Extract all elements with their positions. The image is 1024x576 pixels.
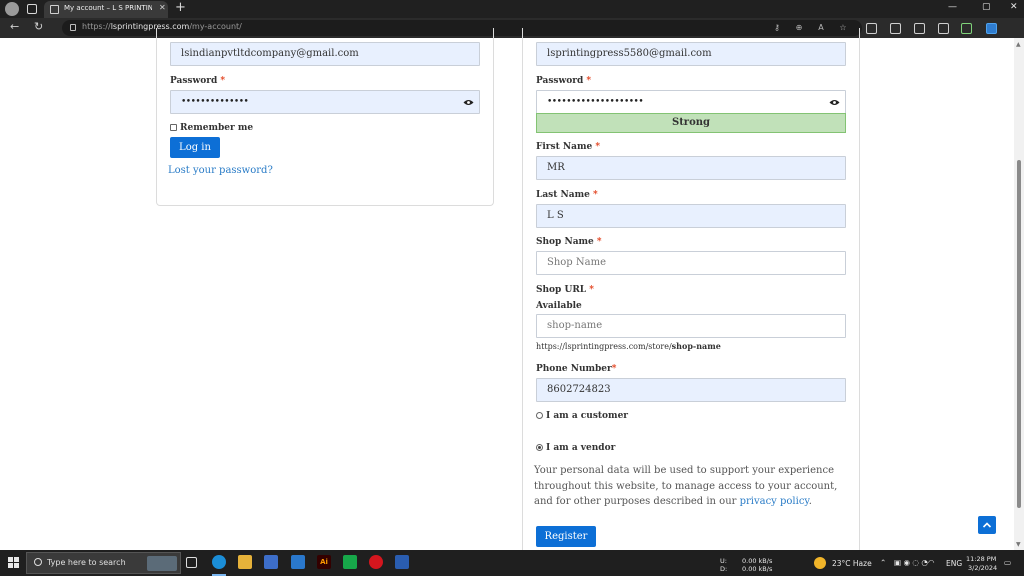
login-password-label: Password * [170,76,226,86]
net-up-speed: 0.00 kB/s [742,557,773,565]
extensions-icon[interactable] [866,23,877,34]
edge-browser-icon[interactable] [212,555,226,569]
tab-title: My account – L S PRINTING PRES [64,4,152,12]
show-register-password-eye-icon[interactable] [829,99,840,106]
phone-number-label: Phone Number* [536,364,617,374]
site-favicon-icon [50,5,59,14]
profile-avatar-icon[interactable] [5,2,19,16]
notifications-icon[interactable]: ▭ [1004,558,1011,567]
browser-tab-my-account[interactable]: My account – L S PRINTING PRES ✕ [44,1,168,18]
show-password-eye-icon[interactable] [463,99,474,106]
phone-number-input[interactable]: 8602724823 [536,378,846,402]
customer-role-radio[interactable] [536,412,543,419]
mail-icon[interactable] [291,555,305,569]
taskbar-search-placeholder: Type here to search [47,558,126,567]
register-password-input[interactable]: •••••••••••••••••••• [536,90,846,114]
privacy-notice: Your personal data will be used to suppo… [534,465,838,507]
weather-text[interactable]: 23°C Haze [832,559,872,568]
scrollbar-thumb[interactable] [1017,160,1021,508]
copilot-icon[interactable] [986,23,997,34]
collections-icon[interactable] [938,23,949,34]
favorites-icon[interactable] [914,23,925,34]
scroll-down-arrow-icon[interactable]: ▼ [1016,541,1021,548]
remember-me-checkbox[interactable] [170,124,177,131]
password-strength-meter: Strong [536,113,846,133]
file-explorer-icon[interactable] [238,555,252,569]
register-password-label: Password * [536,76,592,86]
task-view-icon[interactable] [186,557,197,568]
back-button[interactable]: ← [10,20,19,33]
windows-taskbar: Type here to search Ai U: D: 0.00 kB/s 0… [0,550,1024,576]
shop-url-availability: Available [536,301,582,311]
show-hidden-icons-icon[interactable]: ⌃ [880,558,886,567]
browser-essentials-icon[interactable] [961,23,972,34]
refresh-button[interactable]: ↻ [34,20,43,33]
shop-name-label: Shop Name * [536,237,602,247]
wifi-icon[interactable]: ◠ [928,558,935,567]
last-name-input[interactable]: L S [536,204,846,228]
word-icon[interactable] [395,555,409,569]
search-highlight-image[interactable] [147,556,177,571]
login-button[interactable]: Log in [170,137,220,158]
last-name-label: Last Name * [536,190,598,200]
shop-url-preview: https://lsprintingpress.com/store/shop-n… [536,341,721,351]
net-down-speed: 0.00 kB/s [742,565,773,573]
page-scrollbar[interactable]: ▲ ▼ [1014,38,1024,550]
browser-tab-bar: My account – L S PRINTING PRES ✕ + — ▢ ✕ [0,0,1024,18]
back-to-top-button[interactable] [978,516,996,534]
login-email-input[interactable]: lsindianpvtltdcompany@gmail.com [170,42,480,66]
first-name-label: First Name * [536,142,601,152]
split-screen-icon[interactable] [890,23,901,34]
lock-icon[interactable] [70,24,76,31]
page-content [0,38,1024,550]
lost-password-link[interactable]: Lost your password? [168,165,273,176]
remember-me-label: Remember me [180,123,254,133]
maximize-button[interactable]: ▢ [982,2,991,12]
privacy-policy-link[interactable]: privacy policy [740,496,809,507]
language-indicator[interactable]: ENG [946,559,962,568]
first-name-input[interactable]: MR [536,156,846,180]
illustrator-icon[interactable]: Ai [317,555,331,569]
tab-actions-icon[interactable] [27,4,37,14]
window-close-button[interactable]: ✕ [1010,2,1018,12]
minimize-button[interactable]: — [948,2,957,12]
shop-url-input[interactable]: shop-name [536,314,846,338]
shop-name-input[interactable]: Shop Name [536,251,846,275]
register-button[interactable]: Register [536,526,596,547]
chevron-up-icon [982,522,992,528]
login-password-input[interactable]: •••••••••••••• [170,90,480,114]
tray-app-icons[interactable]: ▣ ◉ ◌ ◔ [894,558,928,567]
vendor-role-label: I am a vendor [546,443,616,453]
start-button-icon[interactable] [8,557,20,569]
clock-time[interactable]: 11:28 PM [966,555,996,563]
taskbar-search-box[interactable]: Type here to search [26,552,181,574]
clock-date[interactable]: 3/2/2024 [968,564,997,572]
scroll-up-arrow-icon[interactable]: ▲ [1016,41,1021,48]
green-app-icon[interactable] [343,555,357,569]
microsoft-store-icon[interactable] [264,555,278,569]
shop-url-label: Shop URL * [536,285,594,295]
net-down-label: D: [720,565,728,573]
customer-role-label: I am a customer [546,411,629,421]
browser-toolbar: ← ↻ https://lsprintingpress.com/my-accou… [0,18,1024,38]
vendor-role-radio[interactable] [536,444,543,451]
net-up-label: U: [720,557,727,565]
new-tab-button[interactable]: + [175,0,186,15]
weather-sun-icon[interactable] [814,557,826,569]
opera-browser-icon[interactable] [369,555,383,569]
tab-close-icon[interactable]: ✕ [159,3,166,12]
search-icon [34,558,42,566]
register-email-input[interactable]: lsprintingpress5580@gmail.com [536,42,846,66]
